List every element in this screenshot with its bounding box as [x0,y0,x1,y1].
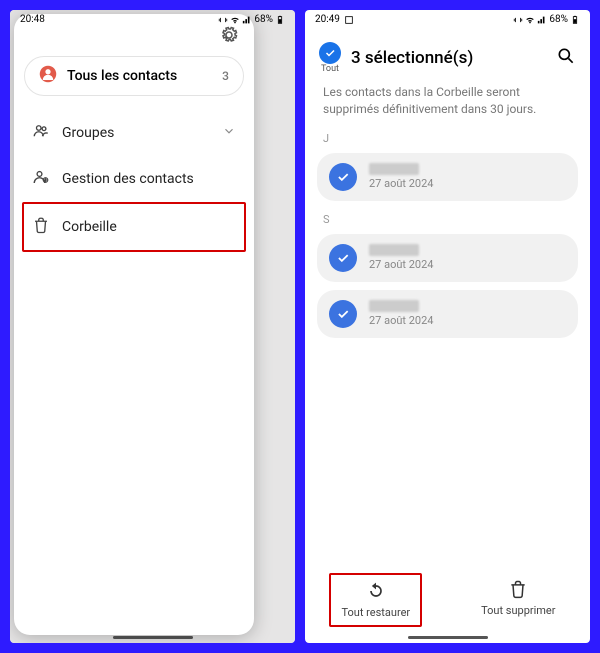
status-time: 20:48 [20,14,45,25]
manage-contacts-icon [32,168,50,190]
contact-name-blurred [369,300,419,312]
drawer-groups[interactable]: Groupes [24,110,244,156]
bottom-action-bar: Tout restaurer Tout supprimer [305,565,590,643]
contact-count: 3 [222,69,229,83]
phone-left: Mon p Ajouté J S S ★ J J S S S 20:48 68% [10,10,295,643]
battery-pct: 68% [254,14,273,25]
delete-all-button[interactable]: Tout supprimer [471,573,565,627]
phone-right: 20:49 68% Tout 3 sélectionné(s) Les cont… [305,10,590,643]
trash-info-banner: Les contacts dans la Corbeille seront su… [305,84,590,124]
signal-icon [242,15,252,25]
check-icon [329,300,357,328]
drawer-all-contacts[interactable]: Tous les contacts 3 [24,56,244,96]
trash-contact-row[interactable]: 27 août 2024 [317,290,578,338]
contact-name-blurred [369,244,419,256]
trash-icon [32,216,50,238]
chevron-down-icon [222,124,236,142]
trash-icon [508,579,528,602]
search-icon[interactable] [556,46,576,70]
select-all-label: Tout [321,64,339,74]
check-icon [329,163,357,191]
vibrate-icon [218,15,228,25]
person-icon [39,65,57,87]
trash-contact-row[interactable]: 27 août 2024 [317,234,578,282]
restore-all-button[interactable]: Tout restaurer [329,573,422,627]
check-icon [319,42,341,64]
restore-all-label: Tout restaurer [341,606,410,619]
deleted-date: 27 août 2024 [369,314,433,327]
home-indicator[interactable] [408,636,488,639]
battery-icon [570,15,580,25]
restore-icon [366,581,386,604]
status-icons: 68% [513,14,580,25]
deleted-date: 27 août 2024 [369,258,433,271]
drawer-manage-contacts[interactable]: Gestion des contacts [24,156,244,202]
nav-drawer: Tous les contacts 3 Groupes Gestion des … [14,14,254,635]
screenshot-icon [344,15,354,25]
deleted-date: 27 août 2024 [369,177,433,190]
drawer-item-label: Corbeille [62,219,117,235]
drawer-item-label: Tous les contacts [67,68,177,84]
check-icon [329,244,357,272]
trash-contact-row[interactable]: 27 août 2024 [317,153,578,201]
signal-icon [537,15,547,25]
battery-icon [275,15,285,25]
drawer-item-label: Groupes [62,125,114,141]
drawer-trash[interactable]: Corbeille [22,202,246,252]
selection-header: Tout 3 sélectionné(s) [305,26,590,84]
wifi-icon [230,15,240,25]
status-icons: 68% [218,14,285,25]
gear-icon[interactable] [220,26,238,48]
selection-count-title: 3 sélectionné(s) [351,48,473,68]
delete-all-label: Tout supprimer [481,604,555,617]
home-indicator[interactable] [113,636,193,639]
letter-group-J: J [305,124,590,149]
select-all-toggle[interactable]: Tout [319,42,341,74]
vibrate-icon [513,15,523,25]
contact-name-blurred [369,163,419,175]
battery-pct: 68% [549,14,568,25]
groups-icon [32,122,50,144]
wifi-icon [525,15,535,25]
status-time: 20:49 [315,14,340,25]
letter-group-S: S [305,205,590,230]
drawer-item-label: Gestion des contacts [62,171,194,187]
